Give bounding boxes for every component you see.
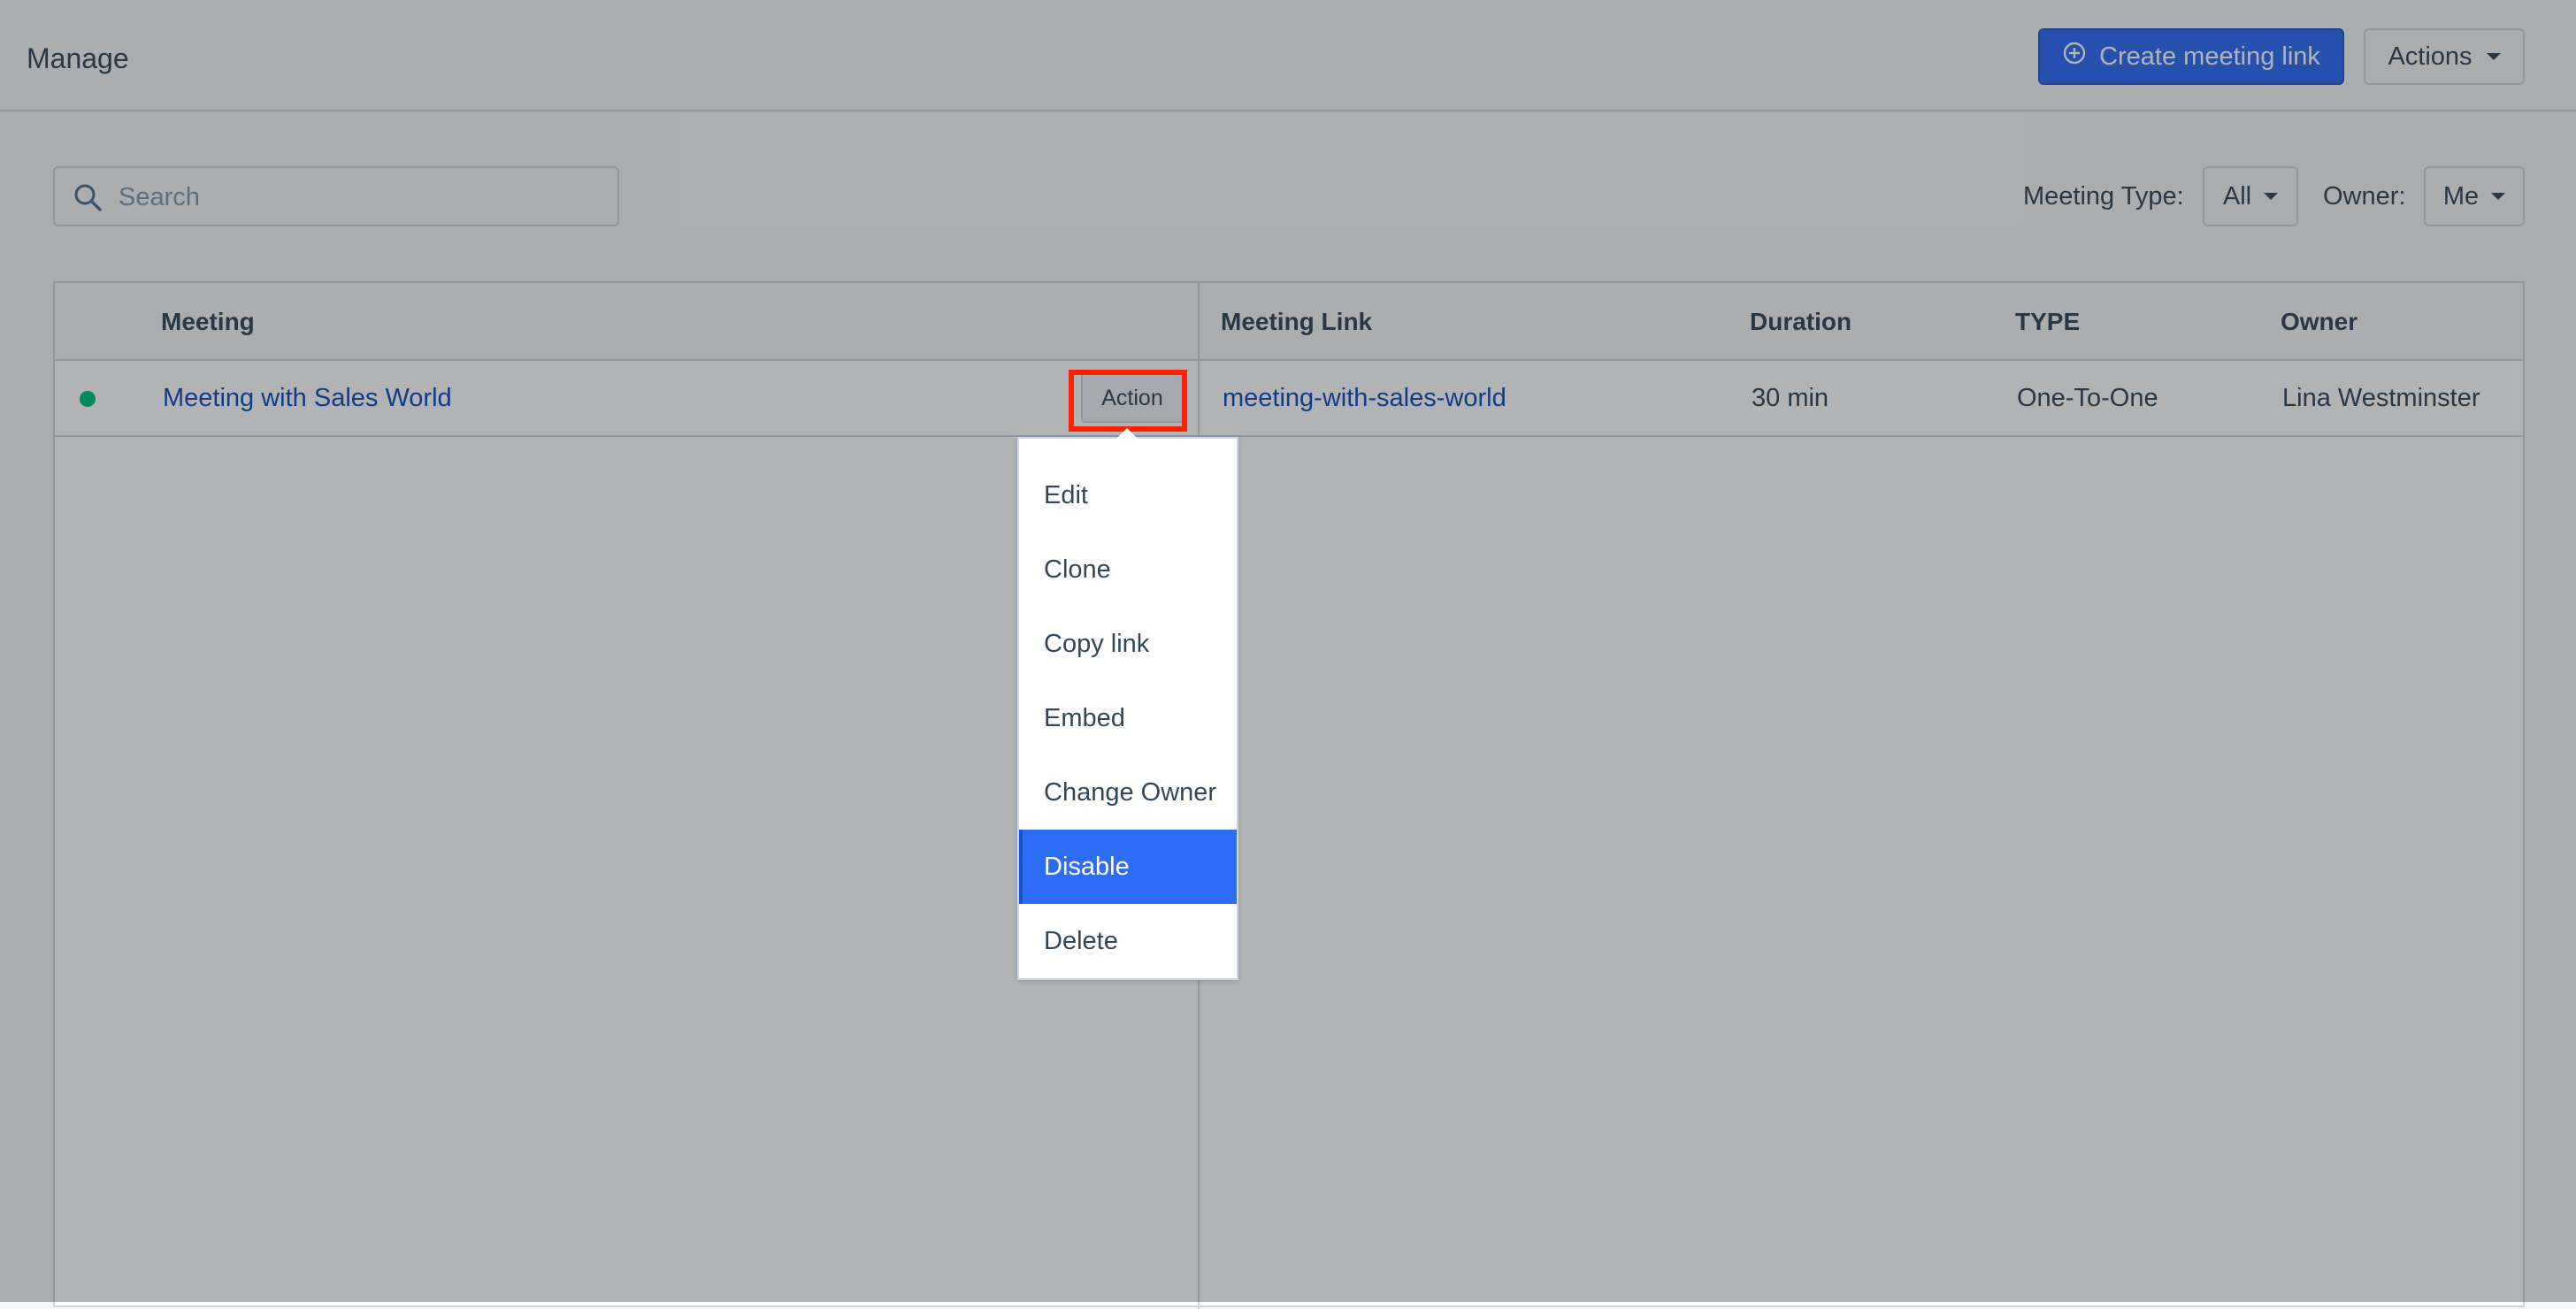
meetings-manage-page: Manage Create meeting link Actions Searc…	[0, 0, 2576, 1309]
dim-overlay	[0, 0, 2576, 1302]
menu-item-change-owner[interactable]: Change Owner	[1019, 755, 1237, 830]
menu-item-edit[interactable]: Edit	[1019, 458, 1237, 532]
menu-item-clone[interactable]: Clone	[1019, 532, 1237, 607]
menu-item-delete[interactable]: Delete	[1019, 904, 1237, 978]
menu-pointer	[1116, 428, 1138, 439]
menu-item-disable[interactable]: Disable	[1019, 830, 1237, 904]
menu-item-embed[interactable]: Embed	[1019, 681, 1237, 755]
action-dropdown-menu: Edit Clone Copy link Embed Change Owner …	[1017, 437, 1238, 980]
menu-item-copy-link[interactable]: Copy link	[1019, 607, 1237, 681]
